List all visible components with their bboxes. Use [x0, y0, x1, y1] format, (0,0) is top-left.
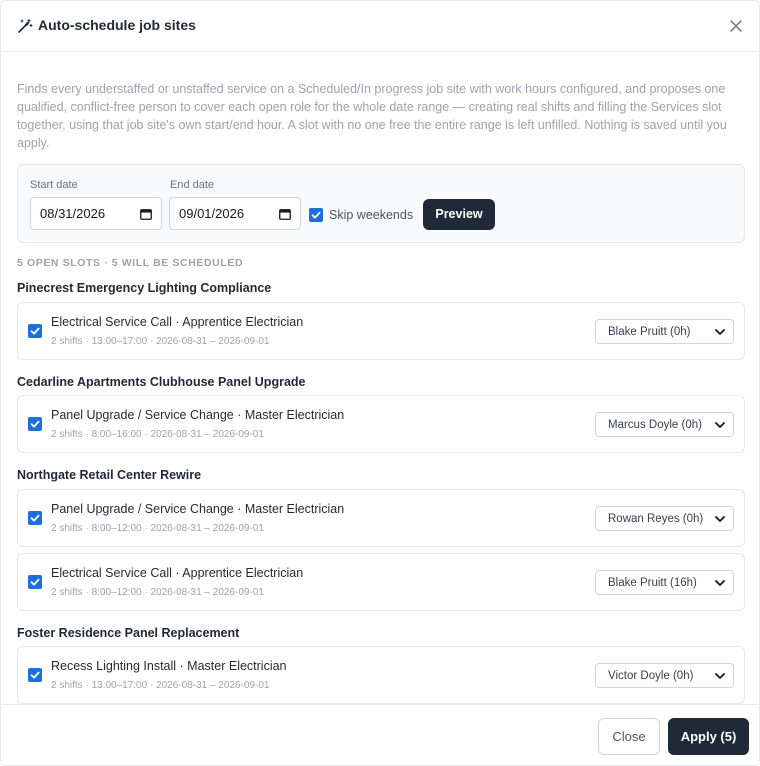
description-text: Finds every understaffed or unstaffed se… [17, 82, 727, 150]
calendar-icon[interactable] [140, 208, 152, 220]
start-date-value: 08/31/2026 [40, 206, 106, 221]
check-icon [311, 211, 321, 219]
chevron-down-icon [715, 673, 725, 679]
calendar-icon[interactable] [279, 208, 291, 220]
slot-row: Recess Lighting Install · Master Electri… [17, 646, 745, 704]
check-icon [30, 514, 40, 522]
slot-meta: 2 shifts · 13:00–17:00 · 2026-08-31 – 20… [51, 336, 270, 347]
slot-checkbox[interactable] [28, 511, 42, 525]
end-date-label: End date [170, 179, 215, 191]
skip-weekends-label[interactable]: Skip weekends [329, 208, 413, 222]
chevron-down-icon [715, 516, 725, 522]
check-icon [30, 420, 40, 428]
slot-role: Electrical Service Call · Apprentice Ele… [51, 315, 304, 329]
magic-wand-icon [18, 18, 33, 33]
slot-meta: 2 shifts · 8:00–12:00 · 2026-08-31 – 202… [51, 587, 264, 598]
skip-weekends-checkbox[interactable] [309, 208, 323, 222]
site-title: Foster Residence Panel Replacement [17, 626, 240, 640]
dialog-body[interactable]: Finds every understaffed or unstaffed se… [1, 52, 759, 704]
assignee-value: Blake Pruitt (0h) [608, 326, 691, 338]
slot-meta: 2 shifts · 8:00–16:00 · 2026-08-31 – 202… [51, 429, 264, 440]
assignee-value: Rowan Reyes (0h) [608, 513, 704, 525]
chevron-down-icon [715, 329, 725, 335]
end-date-value: 09/01/2026 [179, 206, 245, 221]
site-title: Pinecrest Emergency Lighting Compliance [17, 281, 272, 295]
date-range-panel: Start date 08/31/2026 End date 09/01/202… [17, 164, 745, 243]
dialog-title: Auto-schedule job sites [38, 17, 196, 33]
site-title: Northgate Retail Center Rewire [17, 468, 202, 482]
assignee-value: Blake Pruitt (16h) [608, 577, 697, 589]
end-date-input[interactable]: 09/01/2026 [169, 197, 301, 230]
slot-row: Panel Upgrade / Service Change · Master … [17, 395, 745, 453]
slot-row: Electrical Service Call · Apprentice Ele… [17, 302, 745, 360]
dialog-header: Auto-schedule job sites [1, 1, 759, 52]
assignee-value: Marcus Doyle (0h) [608, 419, 702, 431]
site-title: Cedarline Apartments Clubhouse Panel Upg… [17, 375, 306, 389]
slot-checkbox[interactable] [28, 575, 42, 589]
assignee-select[interactable]: Rowan Reyes (0h) [595, 506, 734, 531]
slot-checkbox[interactable] [28, 417, 42, 431]
chevron-down-icon [715, 580, 725, 586]
assignee-select[interactable]: Blake Pruitt (16h) [595, 570, 734, 595]
assignee-select[interactable]: Blake Pruitt (0h) [595, 319, 734, 344]
slot-checkbox[interactable] [28, 324, 42, 338]
dialog-footer: Close Apply (5) [1, 704, 759, 765]
assignee-value: Victor Doyle (0h) [608, 670, 694, 682]
apply-button[interactable]: Apply (5) [668, 718, 749, 755]
chevron-down-icon [715, 422, 725, 428]
start-date-input[interactable]: 08/31/2026 [30, 197, 162, 230]
slot-meta: 2 shifts · 13:00–17:00 · 2026-08-31 – 20… [51, 680, 270, 691]
slot-meta: 2 shifts · 8:00–12:00 · 2026-08-31 – 202… [51, 523, 264, 534]
slot-role: Recess Lighting Install · Master Electri… [51, 659, 287, 673]
check-icon [30, 578, 40, 586]
slot-role: Panel Upgrade / Service Change · Master … [51, 502, 345, 516]
close-button[interactable]: Close [598, 718, 660, 755]
close-icon[interactable] [728, 18, 744, 34]
auto-schedule-dialog: Auto-schedule job sites Finds every unde… [0, 0, 760, 766]
slots-summary: 5 OPEN SLOTS · 5 WILL BE SCHEDULED [17, 257, 244, 269]
slot-checkbox[interactable] [28, 668, 42, 682]
slot-row: Panel Upgrade / Service Change · Master … [17, 489, 745, 547]
slot-role: Panel Upgrade / Service Change · Master … [51, 408, 345, 422]
check-icon [30, 327, 40, 335]
check-icon [30, 671, 40, 679]
assignee-select[interactable]: Marcus Doyle (0h) [595, 412, 734, 437]
preview-button[interactable]: Preview [423, 199, 495, 230]
assignee-select[interactable]: Victor Doyle (0h) [595, 663, 734, 688]
start-date-label: Start date [30, 179, 78, 191]
slot-row: Electrical Service Call · Apprentice Ele… [17, 553, 745, 611]
slot-role: Electrical Service Call · Apprentice Ele… [51, 566, 304, 580]
